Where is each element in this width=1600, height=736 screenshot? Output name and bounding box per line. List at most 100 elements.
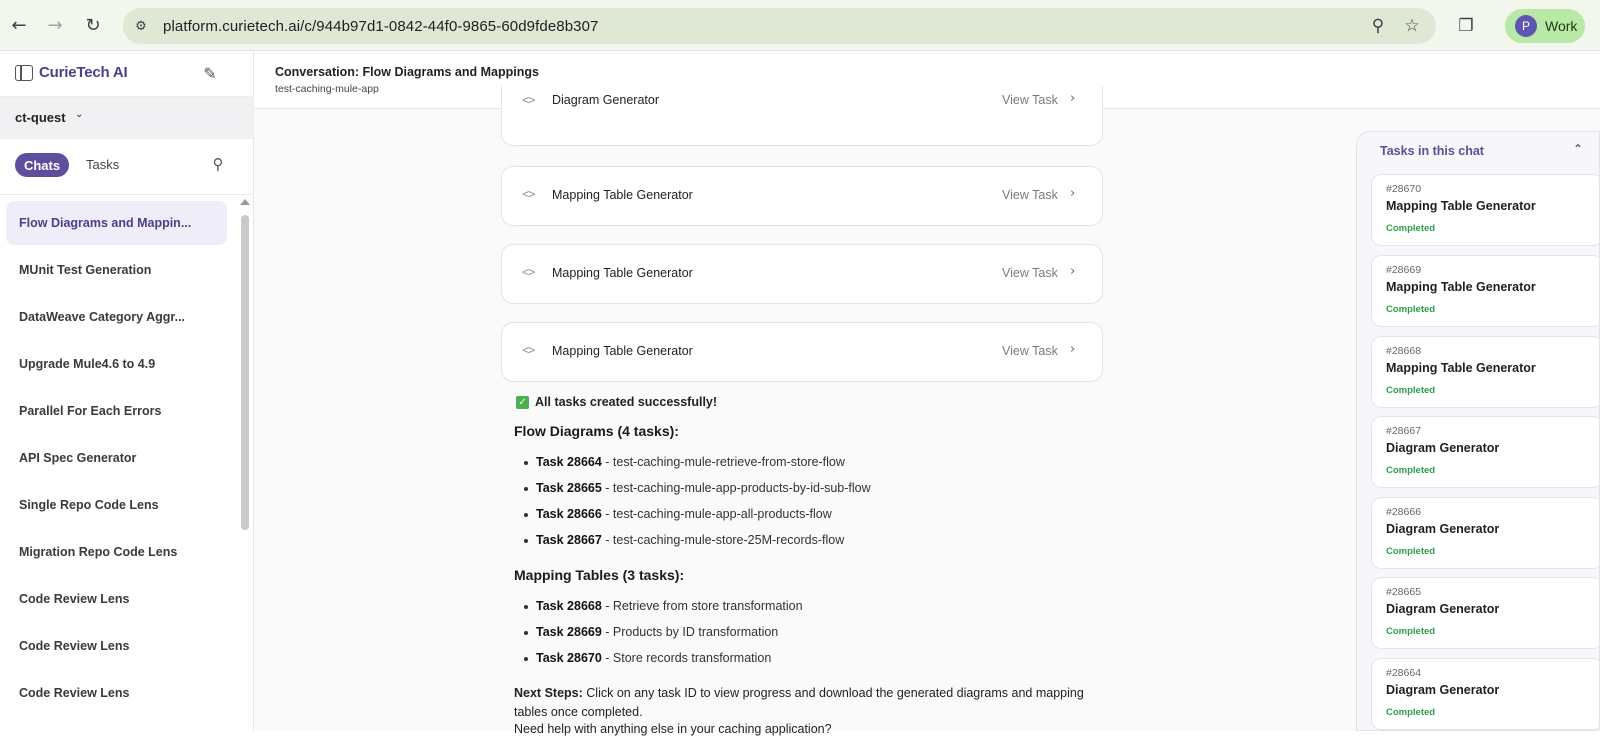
scrollbar-thumb[interactable] (241, 215, 249, 530)
task-list-item[interactable]: #28668 Mapping Table Generator Completed (1371, 336, 1599, 408)
extensions-icon[interactable]: ❐ (1453, 13, 1479, 39)
chat-item[interactable]: Migration Repo Code Lens (6, 530, 227, 574)
success-text: All tasks created successfully! (535, 395, 718, 409)
task-list-item[interactable]: #28667 Diagram Generator Completed (1371, 416, 1599, 488)
site-info-icon[interactable]: ⚙ (132, 17, 150, 35)
chat-list: Flow Diagrams and Mappin... MUnit Test G… (0, 195, 240, 731)
mapping-tables-heading: Mapping Tables (3 tasks): (514, 567, 685, 583)
chat-item[interactable]: DataWeave Category Aggr... (6, 295, 227, 339)
zoom-icon[interactable]: ⚲ (1365, 13, 1391, 39)
avatar: P (1515, 15, 1537, 37)
workspace-name: ct-quest (15, 110, 66, 125)
status-badge: Completed (1386, 385, 1436, 396)
back-arrow-icon[interactable]: ← (4, 10, 34, 40)
task-desc: Products by ID transformation (612, 625, 779, 639)
status-badge: Completed (1386, 465, 1436, 476)
bookmark-star-icon[interactable]: ☆ (1399, 13, 1425, 39)
status-badge: Completed (1386, 626, 1436, 637)
chat-item[interactable]: Code Review Lens (6, 577, 227, 621)
task-name: Diagram Generator (1386, 602, 1500, 616)
list-item: Task 28664 - test-caching-mule-retrieve-… (524, 455, 845, 469)
chat-item[interactable]: Code Review Lens (6, 671, 227, 715)
task-name: Diagram Generator (1386, 683, 1500, 697)
chevron-right-icon: › (1070, 91, 1076, 106)
profile-button[interactable]: P Work (1505, 9, 1585, 43)
chevron-down-icon: ⌄ (75, 109, 84, 120)
search-icon[interactable]: ⚲ (209, 155, 227, 173)
view-task-link[interactable]: View Task (1002, 188, 1058, 202)
separator: - (601, 481, 613, 495)
chat-item[interactable]: Single Repo Code Lens (6, 483, 227, 527)
task-id-link[interactable]: Task 28664 (536, 455, 602, 469)
chat-list-scrollbar[interactable] (240, 195, 250, 731)
separator: - (601, 599, 613, 613)
view-task-link[interactable]: View Task (1002, 93, 1058, 107)
address-bar[interactable]: platform.curietech.ai/c/944b97d1-0842-44… (123, 8, 1436, 44)
workspace-selector[interactable]: ct-quest ⌄ (0, 96, 254, 139)
chevron-right-icon: › (1070, 186, 1076, 201)
task-list-item[interactable]: #28666 Diagram Generator Completed (1371, 497, 1599, 569)
list-item: Task 28666 - test-caching-mule-app-all-p… (524, 507, 832, 521)
task-card[interactable]: <> Mapping Table Generator View Task › (501, 244, 1103, 304)
chat-item[interactable]: API Spec Generator (6, 436, 227, 480)
list-item: Task 28669 - Products by ID transformati… (524, 625, 778, 639)
code-icon: <> (522, 187, 535, 201)
sidebar-toggle-icon[interactable] (15, 65, 33, 81)
task-name: Diagram Generator (1386, 522, 1500, 536)
task-id-link[interactable]: Task 28669 (536, 625, 602, 639)
chevron-right-icon: › (1070, 264, 1076, 279)
new-chat-icon[interactable]: ✎ (200, 63, 220, 83)
scroll-up-arrow-icon[interactable] (240, 199, 250, 205)
task-id-link[interactable]: Task 28667 (536, 533, 602, 547)
tab-chats[interactable]: Chats (15, 153, 69, 177)
task-list-item[interactable]: #28670 Mapping Table Generator Completed (1371, 174, 1599, 246)
view-task-link[interactable]: View Task (1002, 344, 1058, 358)
task-card[interactable]: <> Mapping Table Generator View Task › (501, 166, 1103, 226)
task-list-item[interactable]: #28669 Mapping Table Generator Completed (1371, 255, 1599, 327)
task-list-item[interactable]: #28664 Diagram Generator Completed (1371, 658, 1599, 730)
task-id: #28664 (1386, 667, 1422, 679)
task-card[interactable]: <> Diagram Generator View Task › (501, 86, 1103, 146)
task-id-link[interactable]: Task 28665 (536, 481, 602, 495)
task-id: #28665 (1386, 586, 1422, 598)
task-desc: test-caching-mule-app-all-products-flow (612, 507, 832, 521)
status-badge: Completed (1386, 546, 1436, 557)
reload-icon[interactable]: ↻ (78, 10, 108, 40)
status-badge: Completed (1386, 707, 1436, 718)
next-steps-text: Click on any task ID to view progress an… (514, 686, 1084, 719)
task-card-name: Mapping Table Generator (552, 188, 693, 202)
task-desc: test-caching-mule-store-25M-records-flow (612, 533, 845, 547)
chat-item[interactable]: Parallel For Each Errors (6, 389, 227, 433)
checkmark-icon: ✓ (516, 395, 529, 409)
tab-tasks[interactable]: Tasks (86, 157, 119, 172)
task-id-link[interactable]: Task 28668 (536, 599, 602, 613)
task-card[interactable]: <> Mapping Table Generator View Task › (501, 322, 1103, 382)
view-task-link[interactable]: View Task (1002, 266, 1058, 280)
task-id-link[interactable]: Task 28670 (536, 651, 602, 665)
separator: - (601, 651, 613, 665)
task-id-link[interactable]: Task 28666 (536, 507, 602, 521)
separator: - (601, 625, 613, 639)
chat-item-active[interactable]: Flow Diagrams and Mappin... (6, 201, 227, 245)
task-id: #28668 (1386, 345, 1422, 357)
status-badge: Completed (1386, 223, 1436, 234)
tasks-panel-title: Tasks in this chat (1380, 144, 1484, 158)
chat-item[interactable]: MUnit Test Generation (6, 248, 227, 292)
browser-toolbar: ← → ↻ platform.curietech.ai/c/944b97d1-0… (0, 0, 1600, 51)
task-name: Diagram Generator (1386, 441, 1500, 455)
chevron-up-icon[interactable]: ⌃ (1573, 142, 1583, 156)
task-list-item[interactable]: #28665 Diagram Generator Completed (1371, 577, 1599, 649)
task-card-name: Mapping Table Generator (552, 344, 693, 358)
chat-item[interactable]: Code Review Lens (6, 624, 227, 668)
chat-item[interactable]: Upgrade Mule4.6 to 4.9 (6, 342, 227, 386)
list-item: Task 28670 - Store records transformatio… (524, 651, 771, 665)
forward-arrow-icon[interactable]: → (40, 10, 70, 40)
tasks-panel-header[interactable]: Tasks in this chat ⌃ (1357, 132, 1599, 172)
separator: - (601, 533, 613, 547)
list-item: Task 28667 - test-caching-mule-store-25M… (524, 533, 844, 547)
url-text[interactable]: platform.curietech.ai/c/944b97d1-0842-44… (163, 18, 598, 35)
task-name: Mapping Table Generator (1386, 280, 1536, 294)
code-icon: <> (522, 343, 535, 357)
success-row: ✓ All tasks created successfully! (514, 393, 717, 411)
list-item: Task 28668 - Retrieve from store transfo… (524, 599, 803, 613)
